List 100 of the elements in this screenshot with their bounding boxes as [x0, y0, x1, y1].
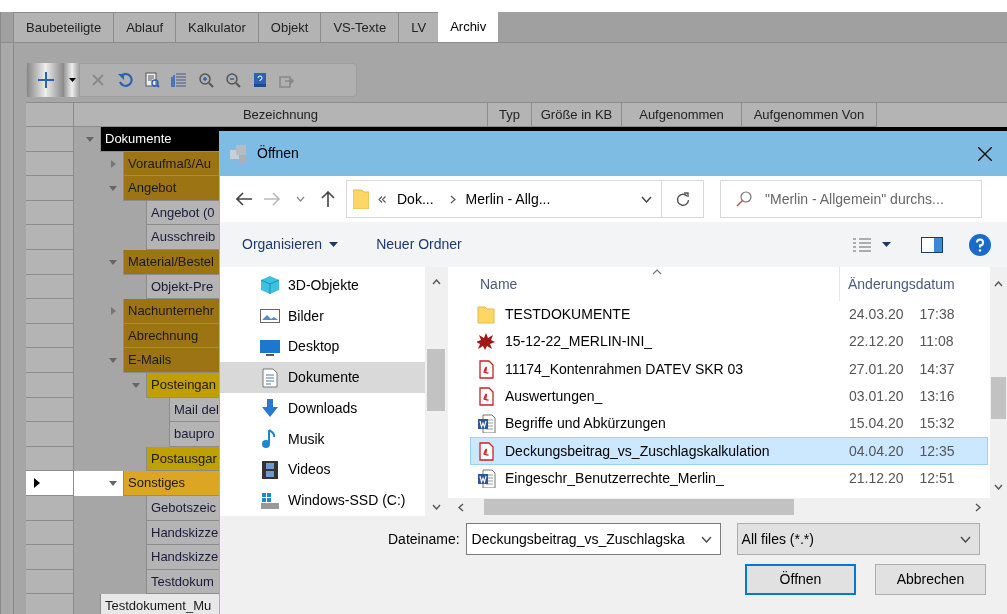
caret-icon	[882, 242, 891, 247]
forward-arrow-icon	[264, 192, 280, 206]
search-field[interactable]: "Merlin - Allgemein" durchs...	[720, 180, 982, 218]
folder-icon	[477, 305, 496, 325]
cancel-button[interactable]: Abbrechen	[875, 564, 986, 595]
down-arrow-icon	[260, 398, 280, 419]
scrollbar[interactable]	[990, 267, 1007, 498]
scrollbar[interactable]	[448, 498, 1007, 516]
file-name: Eingeschr_Benutzerrechte_Merlin_	[505, 468, 724, 488]
nav-item[interactable]: Dokumente	[220, 362, 426, 393]
column-header[interactable]: Änderungsdatum	[840, 267, 955, 301]
sort-ascending-icon	[652, 269, 662, 275]
splat-icon	[477, 332, 496, 352]
tab[interactable]: Objekt	[257, 12, 322, 42]
file-date: 27.01.20	[849, 359, 904, 379]
refresh-button[interactable]	[116, 71, 134, 89]
file-date: 22.12.20	[849, 332, 904, 352]
scroll-down-icon	[994, 484, 1003, 490]
document-search-icon	[144, 72, 160, 88]
breadcrumb[interactable]: Dok...	[397, 188, 434, 210]
nav-item[interactable]: 3D-Objekte	[220, 270, 426, 301]
file-time: 11:08	[919, 332, 954, 352]
scrollbar-thumb[interactable]	[427, 349, 446, 411]
tab[interactable]: Kalkulator	[175, 12, 259, 42]
file-type-dropdown[interactable]: All files (*.*)	[736, 523, 980, 555]
caret-icon	[68, 78, 76, 82]
row-indicator[interactable]	[26, 471, 74, 496]
chevron-down-icon	[295, 196, 305, 202]
file-time: 14:37	[919, 359, 955, 379]
nav-item[interactable]: Windows-SSD (C:)	[220, 485, 426, 516]
back-arrow-icon	[236, 192, 252, 206]
column-header[interactable]: Name	[470, 267, 840, 301]
nav-item[interactable]: Desktop	[220, 331, 426, 363]
list-button[interactable]	[170, 71, 188, 89]
file-row[interactable]: Eingeschr_Benutzerrechte_Merlin_ 21.12.20 12:51	[470, 464, 988, 493]
current-row-icon	[34, 478, 40, 489]
file-row[interactable]: TESTDOKUMENTE 24.03.20 17:38	[470, 301, 988, 329]
menu-label[interactable]: Organisieren	[242, 234, 323, 255]
help-button[interactable]	[969, 233, 991, 256]
help-book-button[interactable]	[251, 71, 269, 89]
organize-menu-button[interactable]: Organisieren	[242, 234, 339, 255]
folder-icon	[353, 189, 369, 209]
scroll-up-icon	[994, 281, 1003, 287]
refresh-icon	[675, 191, 690, 207]
tab[interactable]: VS-Texte	[320, 12, 400, 42]
document-search-button[interactable]	[143, 71, 161, 89]
file-time: 12:35	[919, 441, 955, 461]
file-row[interactable]: Begriffe und Abkürzungen 15.04.20 15:32	[470, 410, 988, 438]
view-options-button[interactable]	[852, 236, 891, 253]
scrollbar-thumb[interactable]	[484, 499, 794, 515]
tab[interactable]: LV	[398, 12, 440, 42]
file-date: 24.03.20	[849, 305, 904, 325]
file-name: Deckungsbeitrag_vs_Zuschlagskalkulation	[505, 441, 770, 461]
zoom-in-button[interactable]	[197, 71, 215, 89]
dropdown-button[interactable]	[64, 63, 80, 97]
file-row[interactable]: Auswertungen_ 03.01.20 13:16	[470, 382, 988, 411]
zoom-out-button[interactable]	[224, 71, 242, 89]
scrollbar[interactable]	[425, 267, 447, 516]
breadcrumb[interactable]: Merlin - Allg...	[465, 188, 551, 210]
file-time: 12:51	[919, 468, 955, 488]
zoom-out-icon	[225, 72, 241, 88]
filename-field[interactable]: Deckungsbeitrag_vs_Zuschlagska	[465, 523, 721, 555]
address-bar[interactable]: Dok... Merlin - Allg...	[346, 180, 704, 218]
nav-item[interactable]: Musik	[220, 423, 426, 455]
file-row[interactable]: Deckungsbeitrag_vs_Zuschlagskalkulation 04.04.20 12:35	[470, 437, 988, 465]
nav-item[interactable]: Videos	[220, 454, 426, 486]
file-row[interactable]: 15-12-22_MERLIN-INI_ 22.12.20 11:08	[470, 328, 988, 356]
nav-item[interactable]: Bilder	[220, 300, 426, 332]
file-date: 03.01.20	[849, 387, 904, 407]
add-button[interactable]	[27, 63, 64, 97]
file-row[interactable]: 11174_Kontenrahmen DATEV SKR 03 27.01.20 14:37	[470, 355, 988, 383]
open-button[interactable]: Öffnen	[745, 564, 856, 595]
scroll-left-icon	[458, 502, 464, 512]
field-label: Dateiname:	[388, 529, 460, 549]
zoom-in-icon	[198, 72, 214, 88]
tab[interactable]: Ablauf	[113, 12, 177, 42]
chevron-down-icon	[640, 195, 652, 203]
tab[interactable]: Baubeteiligte	[13, 12, 115, 42]
file-time: 17:38	[919, 305, 955, 325]
dialog-title: Öffnen	[257, 144, 299, 163]
tab[interactable]: Archiv	[438, 11, 499, 42]
pdf-icon	[477, 359, 496, 379]
new-folder-button[interactable]: Neuer Ordner	[376, 234, 462, 255]
word-document-icon	[477, 414, 496, 434]
scroll-right-icon	[975, 502, 981, 512]
nav-item[interactable]: Downloads	[220, 393, 426, 424]
double-chevron-icon	[378, 195, 386, 203]
preview-pane-icon	[921, 236, 943, 253]
file-name: Begriffe und Abkürzungen	[505, 414, 666, 434]
scroll-up-icon	[431, 279, 441, 285]
file-date: 04.04.20	[849, 441, 904, 461]
scrollbar-thumb[interactable]	[991, 377, 1006, 419]
file-date: 21.12.20	[849, 468, 904, 488]
file-name: 11174_Kontenrahmen DATEV SKR 03	[505, 359, 744, 379]
file-name: TESTDOKUMENTE	[505, 305, 631, 325]
preview-pane-button[interactable]	[921, 236, 943, 253]
chevron-down-icon	[959, 535, 971, 543]
pdf-icon	[477, 441, 496, 461]
file-name: 15-12-22_MERLIN-INI_	[505, 332, 653, 352]
search-icon	[736, 191, 752, 207]
